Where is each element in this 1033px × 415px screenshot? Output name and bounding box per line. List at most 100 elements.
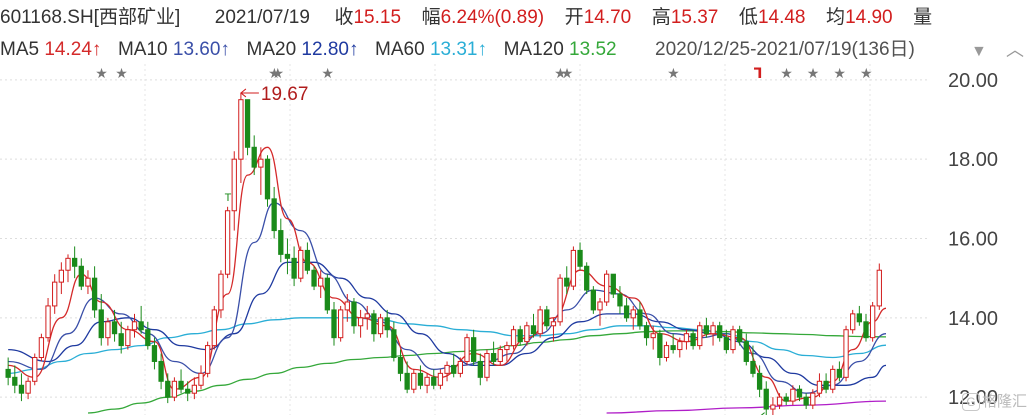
candle-body (544, 309, 550, 327)
star-icon: ★ (780, 65, 793, 81)
candle-body (91, 277, 98, 311)
candle-body (304, 249, 311, 271)
candle (12, 365, 18, 394)
candle-body (324, 277, 331, 311)
candle (730, 325, 736, 354)
candle (870, 301, 876, 342)
candle (264, 155, 271, 207)
candle-body (211, 309, 217, 347)
candle-body (723, 337, 730, 351)
candle-body (98, 309, 104, 339)
candle (125, 325, 131, 350)
candle-body (810, 392, 816, 406)
candle (717, 321, 723, 342)
candle (338, 305, 344, 342)
candle-body (78, 265, 84, 287)
candle-body (790, 388, 796, 402)
candle-body (444, 364, 450, 374)
low-value: 14.48 (757, 7, 806, 28)
candle-body (264, 158, 271, 200)
candle (863, 313, 869, 342)
candle-body (850, 313, 856, 331)
candle-body (763, 388, 769, 410)
candle (697, 321, 703, 350)
candle-body (451, 364, 457, 374)
candle-body (570, 249, 577, 287)
candle (78, 258, 84, 291)
candle (637, 301, 643, 330)
candle-body (564, 277, 570, 287)
candle-body (218, 273, 224, 311)
candle (298, 246, 304, 283)
candle (411, 369, 417, 394)
candle (291, 246, 297, 287)
candle-body (584, 265, 590, 291)
triangle-down-icon[interactable]: ▼ (971, 38, 987, 66)
candle (710, 321, 716, 346)
star-icon: ★ (667, 65, 680, 81)
candle-body (411, 372, 417, 390)
candle-body (477, 360, 483, 378)
candle (284, 238, 291, 275)
watermark-text: 格隆汇 (981, 393, 1027, 410)
candle-body (750, 360, 756, 374)
ma250-line (606, 400, 887, 414)
ma5-label: MA5 (0, 39, 40, 60)
candle-body (357, 317, 364, 327)
candle-body (471, 337, 477, 362)
candle-body (384, 317, 390, 331)
candle-body (530, 325, 537, 335)
quote-date: 2021/07/19 (214, 7, 310, 28)
candle-body (457, 360, 464, 374)
candle (231, 151, 237, 231)
open-value: 14.70 (583, 7, 632, 28)
candle-body (836, 368, 843, 378)
candle (85, 270, 91, 295)
candle-body (65, 257, 71, 271)
candle-body (830, 368, 836, 390)
candle (451, 353, 457, 378)
y-tick-label: 16.00 (948, 229, 998, 251)
candle-body (231, 158, 237, 212)
candle-body (550, 321, 557, 327)
candle (205, 341, 211, 378)
candle-body (118, 333, 124, 347)
candle-body (244, 99, 251, 148)
ma10-value: 13.60↑ (172, 39, 230, 60)
candle-body (776, 396, 783, 406)
quote-header: 601168.SH[西部矿业] 2021/07/19 收15.15 幅6.24%… (0, 0, 1033, 36)
candle (643, 321, 650, 346)
t-marker: T (225, 192, 232, 204)
candle (597, 298, 603, 326)
candle (244, 99, 251, 156)
candle-body (843, 329, 849, 378)
candle-body (125, 329, 131, 347)
candle-body (683, 333, 690, 343)
candle (437, 369, 444, 390)
candle-body (238, 99, 244, 160)
candle (471, 329, 477, 366)
candle-body (251, 146, 257, 168)
candle-body (756, 372, 763, 390)
candle-body (623, 305, 630, 319)
candle (191, 377, 197, 400)
candle-body (464, 337, 470, 362)
open-label: 开 (564, 7, 584, 28)
candle-body (52, 281, 58, 307)
candle (544, 305, 550, 330)
candle (623, 298, 630, 322)
candle (52, 274, 58, 314)
candle-body (377, 317, 384, 335)
candle (138, 305, 144, 334)
candle-body (637, 309, 643, 327)
candle-body (165, 380, 171, 398)
chevron-up-icon[interactable]: ︿ (1006, 36, 1024, 64)
candle-body (318, 277, 324, 287)
star-icon: ★ (321, 65, 334, 81)
high-value: 15.37 (670, 7, 719, 28)
candle-body (351, 301, 357, 327)
candle-body (770, 404, 776, 410)
high-label: 高 (651, 7, 671, 28)
star-icon: ★ (807, 65, 820, 81)
candle-body (391, 329, 397, 358)
